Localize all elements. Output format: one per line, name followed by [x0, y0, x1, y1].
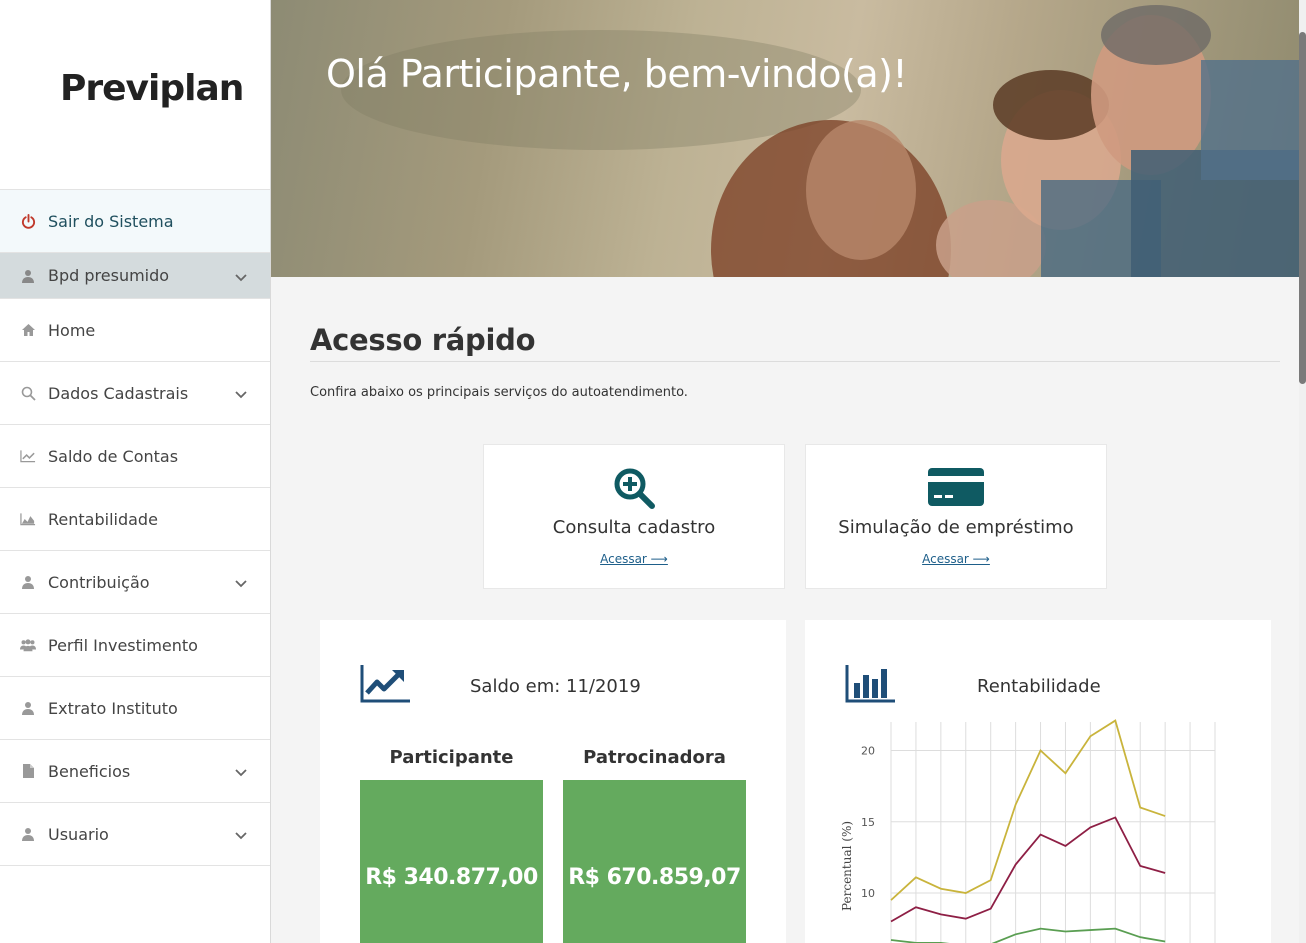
sidebar-item-perfil-investimento[interactable]: Perfil Investimento — [0, 614, 270, 677]
brand-logo[interactable]: Previplan — [60, 68, 244, 109]
scrollbar-thumb[interactable] — [1299, 32, 1306, 384]
sidebar-item-contribuicao[interactable]: Contribuição — [0, 551, 270, 614]
welcome-title: Olá Participante, bem-vindo(a)! — [326, 52, 908, 96]
chevron-down-icon — [234, 764, 248, 778]
participant-label: Participante — [389, 747, 514, 768]
quick-card-consulta-cadastro[interactable]: Consulta cadastro Acessar ⟶ — [483, 444, 785, 589]
quick-access-subtitle: Confira abaixo os principais serviços do… — [310, 385, 688, 400]
divider — [310, 361, 1280, 362]
users-icon — [20, 637, 36, 653]
quick-card-simulacao-emprestimo[interactable]: Simulação de empréstimo Acessar ⟶ — [805, 444, 1107, 589]
sidebar-item-dados-cadastrais[interactable]: Dados Cadastrais — [0, 362, 270, 425]
home-icon — [20, 322, 36, 338]
power-icon — [20, 213, 36, 229]
quick-card-link[interactable]: Acessar ⟶ — [484, 552, 784, 566]
quick-access-title: Acesso rápido — [310, 323, 536, 357]
y-tick-label: 10 — [861, 887, 875, 900]
sidebar-item-usuario[interactable]: Usuario — [0, 803, 270, 866]
quick-card-link[interactable]: Acessar ⟶ — [806, 552, 1106, 566]
sidebar-item-label: Usuario — [48, 824, 109, 844]
trend-chart-icon — [360, 663, 412, 707]
sidebar-item-label: Bpd presumido — [48, 266, 170, 285]
chevron-down-icon — [234, 827, 248, 841]
sidebar-item-extrato-instituto[interactable]: Extrato Instituto — [0, 677, 270, 740]
credit-card-icon — [806, 467, 1106, 511]
series-line — [890, 816, 1166, 923]
bar-chart-icon — [845, 663, 897, 707]
quick-card-title: Consulta cadastro — [552, 517, 716, 538]
scrollbar[interactable] — [1299, 0, 1306, 943]
sidebar-item-label: Perfil Investimento — [48, 635, 198, 655]
sidebar-item-bpd-presumido[interactable]: Bpd presumido — [0, 253, 270, 299]
chevron-down-icon — [234, 386, 248, 400]
sidebar-item-saldo-de-contas[interactable]: Saldo de Contas — [0, 425, 270, 488]
series-line — [890, 719, 1166, 901]
participant-balance: R$ 340.877,00 — [360, 780, 543, 943]
user-icon — [20, 268, 36, 284]
sidebar-item-label: Saldo de Contas — [48, 446, 179, 466]
sidebar-item-label: Beneficios — [48, 761, 131, 781]
user-icon — [20, 826, 36, 842]
rentability-chart: 10 15 20 Percentual (%) — [840, 719, 1216, 943]
y-axis-label: Percentual (%) — [840, 821, 854, 911]
sidebar-nav: Sair do Sistema Bpd presumido Home Dados… — [0, 189, 270, 866]
sidebar-item-home[interactable]: Home — [0, 299, 270, 362]
main-content: Acesso rápido Confira abaixo os principa… — [271, 277, 1299, 943]
balance-panel: Saldo em: 11/2019 Participante Patrocina… — [320, 620, 786, 943]
sidebar-item-label: Extrato Instituto — [48, 698, 178, 718]
line-chart-icon — [20, 448, 36, 464]
search-icon — [20, 385, 36, 401]
sidebar-item-label: Sair do Sistema — [48, 211, 174, 231]
sidebar-item-label: Contribuição — [48, 572, 150, 592]
chevron-down-icon — [234, 575, 248, 589]
sidebar-item-label: Rentabilidade — [48, 509, 158, 529]
file-icon — [20, 763, 36, 779]
area-chart-icon — [20, 511, 36, 527]
sidebar-item-logout[interactable]: Sair do Sistema — [0, 189, 270, 253]
sponsor-label: Patrocinadora — [583, 747, 726, 768]
chevron-down-icon — [234, 269, 248, 283]
user-icon — [20, 700, 36, 716]
sidebar-item-label: Home — [48, 320, 96, 340]
balance-title: Saldo em: 11/2019 — [470, 676, 641, 697]
series-line — [890, 927, 1166, 943]
hero-photo — [341, 5, 1299, 277]
y-tick-label: 20 — [861, 745, 875, 758]
sidebar-item-beneficios[interactable]: Beneficios — [0, 740, 270, 803]
user-icon — [20, 574, 36, 590]
sidebar: Previplan Sair do Sistema Bpd presumido … — [0, 0, 271, 943]
rentability-title: Rentabilidade — [977, 676, 1101, 697]
sponsor-balance: R$ 670.859,07 — [563, 780, 746, 943]
sidebar-item-label: Dados Cadastrais — [48, 383, 189, 403]
quick-card-title: Simulação de empréstimo — [838, 517, 1074, 538]
sidebar-item-rentabilidade[interactable]: Rentabilidade — [0, 488, 270, 551]
zoom-in-icon — [484, 467, 784, 511]
y-tick-label: 15 — [861, 816, 875, 829]
hero-banner: Olá Participante, bem-vindo(a)! — [271, 0, 1299, 277]
rentability-panel: Rentabilidade 10 15 20 Percentual (%) — [805, 620, 1271, 943]
